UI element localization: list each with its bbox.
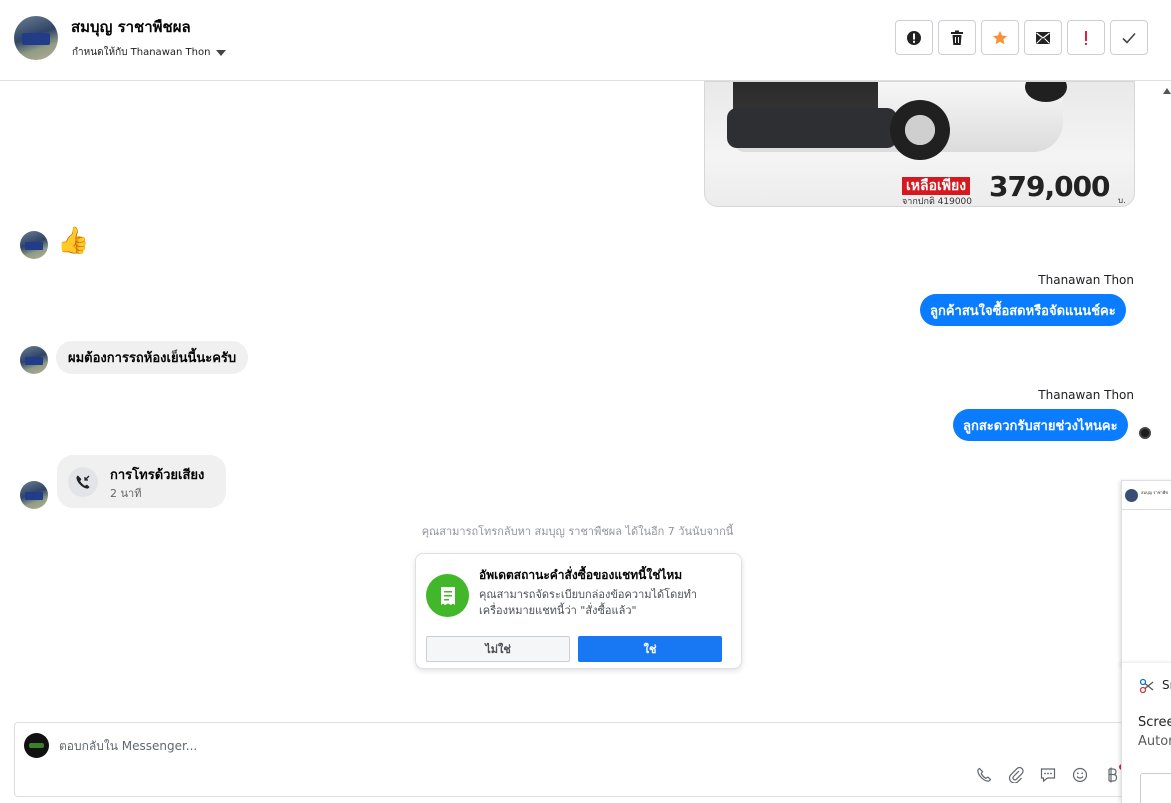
important-button[interactable] [1067,20,1105,55]
contact-avatar-small[interactable] [20,346,48,374]
yes-button[interactable]: ใช่ [578,636,722,662]
important-icon [1085,30,1087,45]
saved-replies-icon[interactable] [1039,766,1057,784]
order-status-card: อัพเดตสถานะคำสั่งซื้อของแชทนี้ใช่ไหม คุณ… [415,553,742,669]
assign-label: กำหนดให้กับ Thanawan Thon [72,47,211,58]
trash-icon [951,30,963,45]
spam-button[interactable] [895,20,933,55]
message-sender: Thanawan Thon [1038,273,1134,287]
snip-line-1: Scree [1138,715,1171,730]
car-promo-image[interactable]: เหลือเพียง จากปกติ 419000 379,000 บ. [704,81,1135,207]
original-price: จากปกติ 419000 [902,197,973,207]
spam-icon [907,30,921,45]
snipping-notification[interactable]: Sn Scree Autor [1121,663,1171,803]
price-currency: บ. [1118,196,1126,205]
outgoing-message[interactable]: ลูกค้าสนใจซื้อสดหรือจัดแนนช์คะ [920,294,1126,326]
card-title: อัพเดตสถานะคำสั่งซื้อของแชทนี้ใช่ไหม [479,568,683,582]
price-tag: เหลือเพียง [902,177,971,195]
reply-composer [14,722,1144,797]
divider [1122,509,1171,510]
car-bumper-shape [727,108,897,148]
payment-icon[interactable] [1103,766,1121,784]
snip-app-name: Sn [1162,678,1171,692]
contact-avatar-small[interactable] [20,481,48,509]
contact-avatar-small[interactable] [20,231,48,259]
mini-contact-name: สมบุญ ราชาพืช [1141,490,1169,495]
caret-down-icon [216,49,227,56]
conversation-header: สมบุญ ราชาพืชผล กำหนดให้กับ Thanawan Tho… [0,0,1171,81]
callback-notice: คุณสามารถโทรกลับหา สมบุญ ราชาพืชผล ได้ใน… [421,525,734,538]
thumbs-up-icon: 👍 [57,226,90,256]
assign-dropdown[interactable]: กำหนดให้กับ Thanawan Thon [72,45,227,60]
conversation-toolbar [895,20,1148,55]
no-button[interactable]: ไม่ใช่ [426,636,570,662]
emoji-icon[interactable] [1071,766,1089,784]
receipt-icon [426,574,469,617]
card-body: คุณสามารถจัดระเบียบกล่องข้อความได้โดยทำเ… [479,588,698,617]
outgoing-message[interactable]: ลูกสะดวกรับสายช่วงไหนคะ [953,409,1128,441]
contact-avatar[interactable] [14,16,58,60]
contact-name[interactable]: สมบุญ ราชาพืชผล [71,15,191,39]
attachment-icon[interactable] [1007,766,1025,784]
reply-input[interactable] [59,737,959,755]
done-button[interactable] [1110,20,1148,55]
seen-indicator-avatar [1139,427,1151,439]
call-icon-wrap [68,467,98,497]
mini-avatar [1125,489,1138,502]
check-icon [1122,32,1136,44]
composer-tools [975,766,1121,784]
scroll-up-arrow-icon[interactable] [1163,88,1171,94]
page-avatar [24,733,49,758]
call-title: การโทรด้วยเสียง [110,468,205,483]
snip-line-2: Autor [1138,734,1171,749]
delete-button[interactable] [938,20,976,55]
message-sender: Thanawan Thon [1038,388,1134,402]
sale-price: 379,000 [989,170,1111,203]
car-wheel-shape [890,100,950,160]
star-icon [993,30,1007,44]
star-button[interactable] [981,20,1019,55]
incoming-message[interactable]: ผมต้องการรถห้องเย็นนี้นะครับ [56,341,249,374]
scissors-icon [1139,678,1154,694]
incoming-call-icon [76,475,90,489]
conversation-preview-panel[interactable]: สมบุญ ราชาพืช [1121,480,1171,665]
phone-icon[interactable] [975,766,993,784]
mark-unread-icon [1036,31,1050,44]
mark-unread-button[interactable] [1024,20,1062,55]
snip-thumbnail[interactable] [1140,773,1171,803]
call-duration: 2 นาที [110,487,142,500]
voice-call-card[interactable]: การโทรด้วยเสียง 2 นาที [57,455,226,508]
